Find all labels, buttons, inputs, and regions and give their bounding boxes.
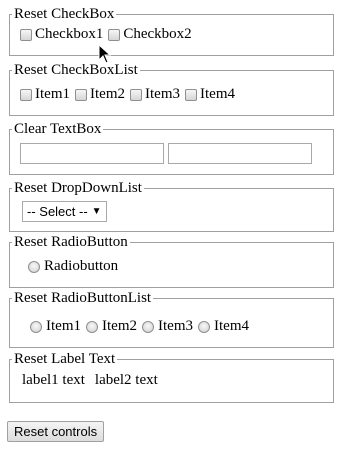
radio-label[interactable]: Radiobutton bbox=[44, 258, 118, 275]
reset-checkbox-group: Reset CheckBox Checkbox1 Checkbox2 bbox=[9, 6, 334, 56]
group-legend: Clear TextBox bbox=[14, 121, 102, 137]
radio-circle[interactable] bbox=[28, 260, 40, 273]
radio-label[interactable]: Item2 bbox=[102, 318, 137, 335]
group-legend: Reset CheckBoxList bbox=[14, 62, 138, 78]
triangle-down-icon: ▼ bbox=[91, 206, 102, 217]
reset-label-group: Reset Label Text label1 text label2 text bbox=[9, 351, 334, 403]
label-1: label1 text bbox=[22, 372, 85, 388]
radiolist-item-2[interactable]: Item2 bbox=[86, 318, 137, 335]
radiolist-item-1[interactable]: Item1 bbox=[30, 318, 81, 335]
radio-label[interactable]: Item1 bbox=[46, 318, 81, 335]
label-2: label2 text bbox=[94, 372, 158, 388]
textbox-2[interactable] bbox=[168, 143, 312, 164]
reset-radiobutton-group: Reset RadioButton Radiobutton bbox=[9, 234, 334, 288]
checkbox-box[interactable] bbox=[20, 28, 32, 41]
radio-circle[interactable] bbox=[86, 320, 98, 333]
checkboxlist-item-1[interactable]: Item1 bbox=[20, 86, 70, 103]
checkbox-label[interactable]: Item3 bbox=[145, 86, 180, 103]
checkbox-box[interactable] bbox=[185, 88, 197, 101]
radio-circle[interactable] bbox=[198, 320, 210, 333]
group-legend: Reset Label Text bbox=[14, 351, 116, 367]
checkbox-1[interactable]: Checkbox1 bbox=[20, 26, 103, 43]
checkbox-box[interactable] bbox=[130, 88, 142, 101]
reset-controls-button[interactable]: Reset controls bbox=[7, 421, 105, 442]
reset-dropdownlist-group: Reset DropDownList -- Select -- ▼ bbox=[9, 180, 334, 232]
checkbox-label[interactable]: Item4 bbox=[200, 86, 235, 103]
radio-circle[interactable] bbox=[142, 320, 154, 333]
checkbox-label[interactable]: Item2 bbox=[90, 86, 125, 103]
checkbox-box[interactable] bbox=[75, 88, 87, 101]
checkbox-box[interactable] bbox=[20, 88, 32, 101]
radio-label[interactable]: Item4 bbox=[214, 318, 249, 335]
checkboxlist-item-4[interactable]: Item4 bbox=[185, 86, 235, 103]
textbox-1[interactable] bbox=[20, 143, 164, 164]
radio-circle[interactable] bbox=[30, 320, 42, 333]
checkboxlist-item-3[interactable]: Item3 bbox=[130, 86, 180, 103]
checkbox-box[interactable] bbox=[108, 28, 121, 41]
group-legend: Reset RadioButton bbox=[14, 234, 128, 250]
radiobutton[interactable]: Radiobutton bbox=[28, 258, 118, 275]
clear-textbox-group: Clear TextBox bbox=[9, 121, 334, 175]
group-legend: Reset RadioButtonList bbox=[14, 290, 152, 306]
checkbox-label[interactable]: Checkbox1 bbox=[35, 26, 103, 43]
radiolist-item-3[interactable]: Item3 bbox=[142, 318, 193, 335]
checkbox-label[interactable]: Checkbox2 bbox=[123, 26, 191, 43]
dropdown-selected-value: -- Select -- bbox=[27, 204, 88, 219]
group-legend: Reset DropDownList bbox=[14, 180, 142, 196]
reset-radiobuttonlist-group: Reset RadioButtonList Item1 Item2 Item3 … bbox=[9, 290, 334, 348]
group-legend: Reset CheckBox bbox=[14, 6, 115, 22]
checkbox-label[interactable]: Item1 bbox=[35, 86, 70, 103]
checkboxlist-item-2[interactable]: Item2 bbox=[75, 86, 125, 103]
radio-label[interactable]: Item3 bbox=[158, 318, 193, 335]
mouse-pointer-icon bbox=[98, 44, 112, 64]
checkbox-2[interactable]: Checkbox2 bbox=[108, 26, 192, 43]
reset-checkboxlist-group: Reset CheckBoxList Item1 Item2 Item3 Ite… bbox=[9, 62, 334, 116]
radiolist-item-4[interactable]: Item4 bbox=[198, 318, 249, 335]
dropdown-select[interactable]: -- Select -- ▼ bbox=[22, 201, 107, 222]
